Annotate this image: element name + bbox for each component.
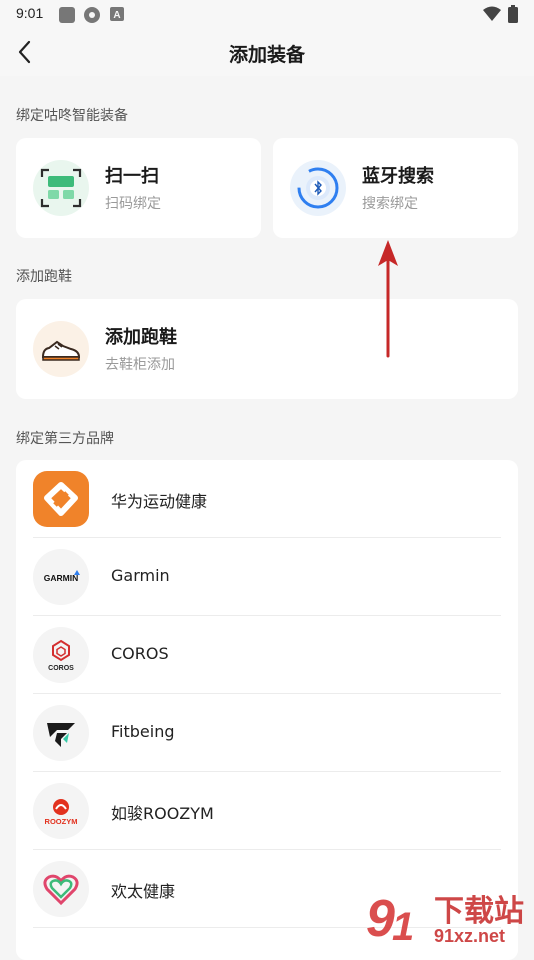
brand-row-huawei[interactable]: 华为运动健康 (16, 460, 518, 538)
svg-text:9: 9 (366, 890, 395, 948)
brand-name: COROS (111, 644, 169, 663)
status-bar: 9:01 A (0, 0, 534, 28)
roozym-logo-icon: ROOZYM (33, 783, 89, 839)
section-title-bind-device: 绑定咕咚智能装备 (16, 108, 128, 124)
app-a-icon: A (110, 7, 124, 21)
brand-row-coros[interactable]: COROS COROS (16, 616, 518, 694)
page-title: 添加装备 (228, 44, 305, 66)
scan-card-title: 扫一扫 (105, 166, 159, 187)
brand-row-garmin[interactable]: GARMIN Garmin (16, 538, 518, 616)
brand-name: 欢太健康 (111, 882, 176, 901)
battery-icon (508, 5, 518, 23)
svg-text:ROOZYM: ROOZYM (45, 817, 78, 826)
scan-card-subtitle: 扫码绑定 (105, 196, 161, 212)
heart-logo-icon (33, 861, 89, 917)
brand-row-fitbeing[interactable]: Fitbeing (16, 694, 518, 772)
scan-icon (33, 160, 89, 216)
svg-text:COROS: COROS (48, 665, 74, 672)
coros-logo-icon: COROS (33, 627, 89, 683)
svg-text:A: A (113, 10, 120, 21)
svg-text:1: 1 (392, 905, 414, 949)
running-shoe-icon (33, 321, 89, 377)
add-shoes-card[interactable]: 添加跑鞋 去鞋柜添加 (16, 299, 518, 399)
bluetooth-card-title: 蓝牙搜索 (362, 166, 434, 187)
add-shoes-card-title: 添加跑鞋 (105, 327, 177, 348)
brand-name: 如骏ROOZYM (111, 804, 214, 823)
watermark-text: 下载站 (434, 894, 524, 929)
section-title-add-shoes: 添加跑鞋 (16, 269, 72, 285)
status-time: 9:01 (16, 5, 44, 21)
add-shoes-card-subtitle: 去鞋柜添加 (105, 357, 175, 373)
notification-square-icon (59, 7, 75, 23)
watermark-url: 91xz.net (434, 926, 506, 946)
bluetooth-card-subtitle: 搜索绑定 (362, 196, 418, 212)
header: 添加装备 (0, 28, 534, 76)
brand-row-roozym[interactable]: ROOZYM 如骏ROOZYM (16, 772, 518, 850)
scan-card[interactable]: 扫一扫 扫码绑定 (16, 138, 261, 238)
garmin-logo-icon: GARMIN (33, 549, 89, 605)
bluetooth-search-card[interactable]: 蓝牙搜索 搜索绑定 (273, 138, 518, 238)
bluetooth-search-icon (290, 160, 346, 216)
svg-text:GARMIN: GARMIN (44, 573, 78, 583)
fitbeing-logo-icon (33, 705, 89, 761)
brand-name: 华为运动健康 (111, 492, 208, 511)
wifi-icon (483, 6, 501, 21)
huawei-health-logo-icon (33, 471, 89, 527)
brand-name: Fitbeing (111, 722, 175, 741)
app-swirl-icon (84, 7, 100, 23)
brand-name: Garmin (111, 566, 170, 585)
watermark: 9 1 下载站 91xz.net (362, 884, 534, 950)
annotation-arrow-icon (378, 240, 398, 358)
section-title-third-party: 绑定第三方品牌 (16, 431, 114, 447)
